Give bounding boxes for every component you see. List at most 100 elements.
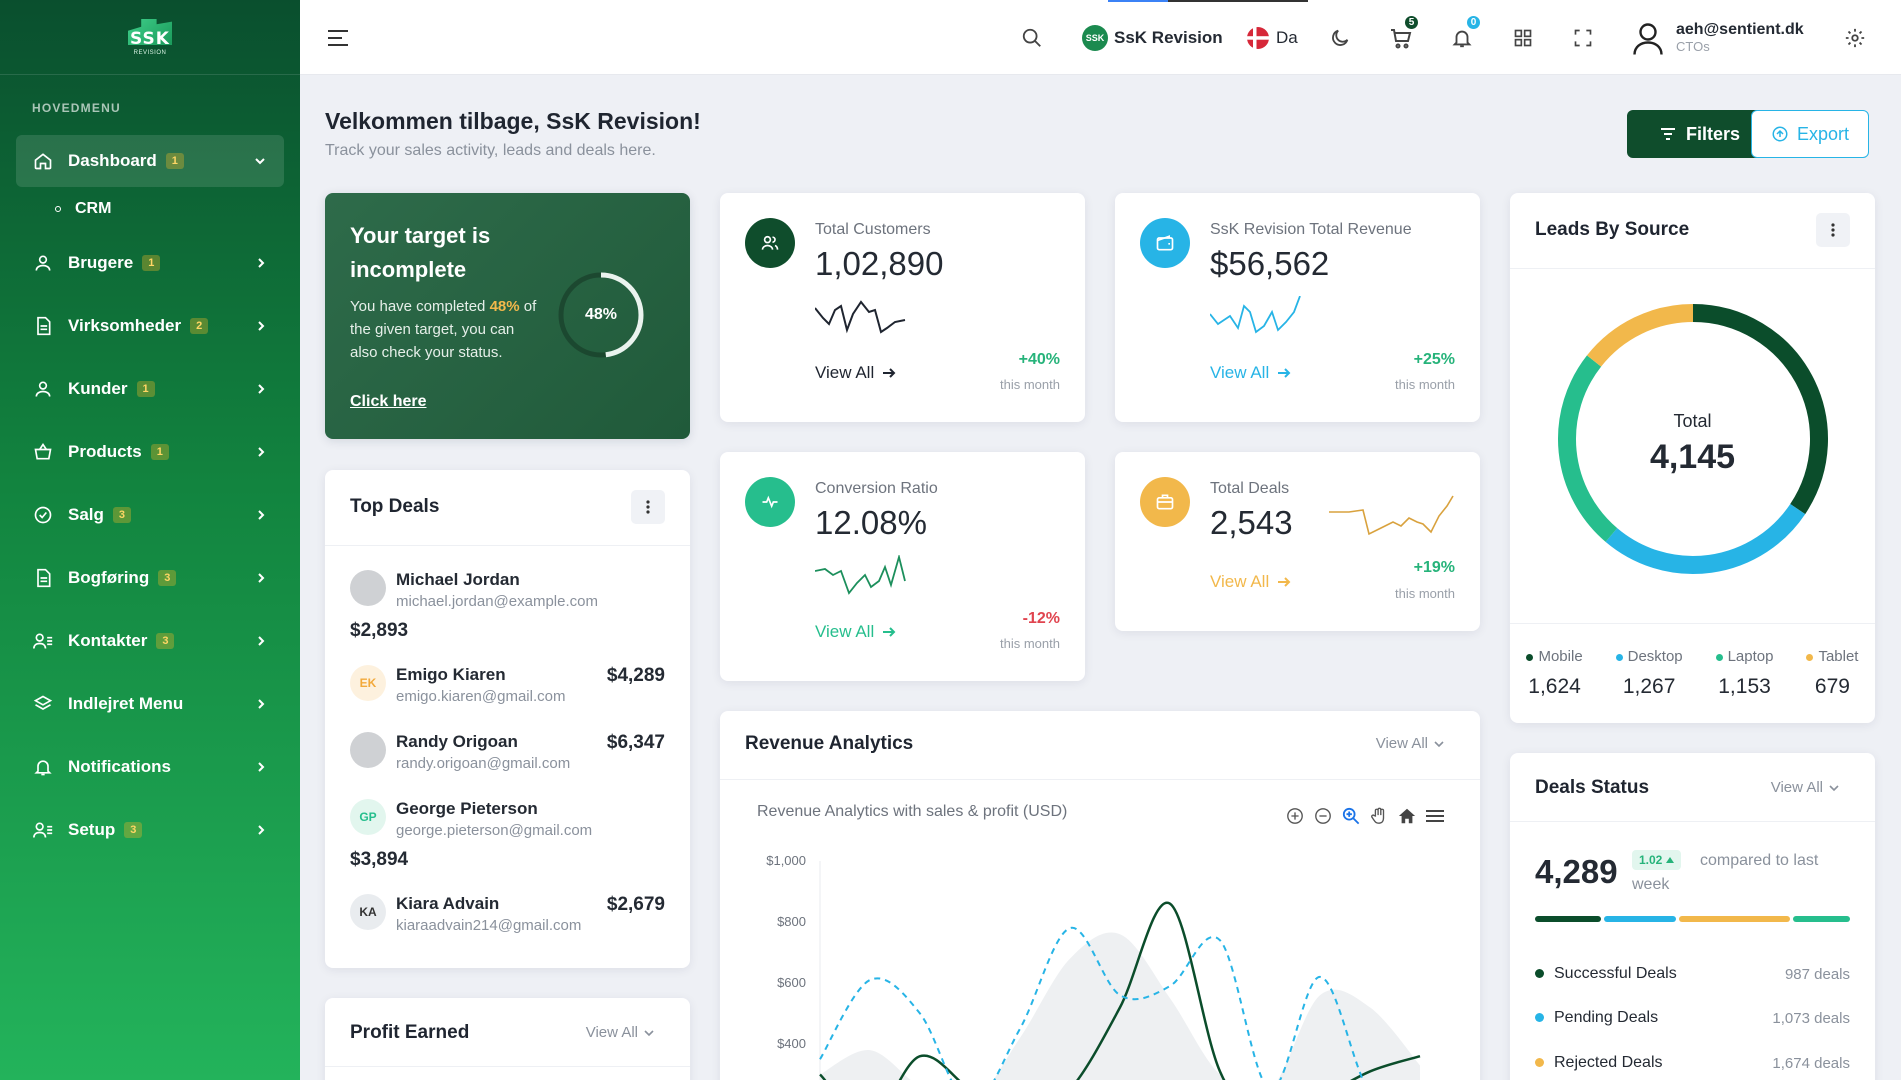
status-label: Rejected Deals xyxy=(1554,1054,1663,1071)
deal-name: Kiara Advain xyxy=(396,894,500,913)
export-button[interactable]: Export xyxy=(1751,110,1869,158)
target-link[interactable]: Click here xyxy=(350,393,426,411)
donut-slice-desktop[interactable] xyxy=(1605,503,1806,574)
sidebar-item-kunder[interactable]: Kunder 1 xyxy=(0,357,300,420)
chart-menu-icon[interactable] xyxy=(1426,809,1444,823)
sidebar-item-products[interactable]: Products 1 xyxy=(0,420,300,483)
menu-toggle-button[interactable] xyxy=(326,0,350,75)
language-switcher[interactable]: Da xyxy=(1246,0,1298,75)
sparkline-conversion xyxy=(815,555,906,595)
ssk-logo-icon: SSK REVISION xyxy=(125,17,175,57)
layers-icon xyxy=(32,693,54,715)
stat-change: +25% xyxy=(1413,351,1455,368)
leads-legend: Mobile 1,624 Desktop 1,267 Laptop 1,153 … xyxy=(1510,648,1875,699)
more-options-button[interactable] xyxy=(1816,213,1850,247)
logo[interactable]: SSK REVISION xyxy=(0,0,300,75)
arrow-right-icon xyxy=(1277,368,1291,378)
sparkline-revenue xyxy=(1210,296,1301,334)
bell-icon xyxy=(32,756,54,778)
legend-label: Mobile xyxy=(1538,648,1583,665)
wallet-icon xyxy=(1140,218,1190,268)
sidebar-item-salg[interactable]: Salg 3 xyxy=(0,483,300,546)
view-all-dropdown[interactable]: View All xyxy=(586,1024,654,1041)
selection-zoom-icon[interactable] xyxy=(1342,807,1360,825)
users-icon xyxy=(745,218,795,268)
view-all-link[interactable]: View All xyxy=(815,622,896,642)
theme-toggle-button[interactable] xyxy=(1329,0,1351,75)
sidebar-item-virksomheder[interactable]: Virksomheder 2 xyxy=(0,294,300,357)
view-all-link[interactable]: View All xyxy=(815,363,896,383)
card-title: Top Deals xyxy=(350,496,440,517)
topbar: SSK SsK Revision Da 5 0 aeh@sentient.dk … xyxy=(300,0,1901,75)
avatar xyxy=(350,570,386,606)
list-item[interactable]: Randy Origoan randy.origoan@gmail.com $6… xyxy=(350,732,665,782)
stat-card-deals: Total Deals 2,543 View All +19% this mon… xyxy=(1115,452,1480,631)
apps-button[interactable] xyxy=(1513,0,1533,75)
user-profile[interactable]: aeh@sentient.dk CTOs xyxy=(1630,0,1804,75)
deal-email: emigo.kiaren@gmail.com xyxy=(396,688,566,705)
list-item[interactable]: GP George Pieterson george.pieterson@gma… xyxy=(350,799,665,870)
reset-home-icon[interactable] xyxy=(1398,807,1416,825)
sidebar-item-label: Virksomheder xyxy=(68,315,182,335)
chevron-right-icon xyxy=(256,824,266,836)
avatar: EK xyxy=(350,665,386,701)
sidebar-item-indlejret-menu[interactable]: Indlejret Menu xyxy=(0,672,300,735)
sidebar-item-kontakter[interactable]: Kontakter 3 xyxy=(0,609,300,672)
logo-sub: REVISION xyxy=(133,50,167,56)
settings-button[interactable] xyxy=(1844,0,1866,75)
divider xyxy=(1510,623,1875,624)
deals-status-row: Rejected Deals 1,674 deals xyxy=(1535,1054,1850,1072)
segment-other xyxy=(1793,916,1850,922)
stat-card-revenue: SsK Revision Total Revenue $56,562 View … xyxy=(1115,193,1480,422)
chevron-down-icon xyxy=(1434,740,1444,748)
denmark-flag-icon xyxy=(1246,26,1270,50)
deals-status-value: 4,289 xyxy=(1535,853,1618,890)
sidebar-item-notifications[interactable]: Notifications xyxy=(0,735,300,798)
view-all-dropdown[interactable]: View All xyxy=(1376,735,1444,752)
view-all-link[interactable]: View All xyxy=(1210,572,1291,592)
sidebar-item-setup[interactable]: Setup 3 xyxy=(0,798,300,861)
notifications-button[interactable]: 0 xyxy=(1451,0,1482,75)
count-badge: 2 xyxy=(190,317,209,334)
stat-label: Total Customers xyxy=(815,221,931,238)
deals-status-card: Deals Status View All 4,289 1.02 compare… xyxy=(1510,753,1875,1080)
segment-rejected xyxy=(1678,916,1791,922)
more-options-button[interactable] xyxy=(631,490,665,524)
sidebar-subitem-crm[interactable]: CRM xyxy=(0,187,300,231)
view-all-link[interactable]: View All xyxy=(1210,363,1291,383)
list-item[interactable]: EK Emigo Kiaren emigo.kiaren@gmail.com $… xyxy=(350,665,665,715)
user-role: CTOs xyxy=(1676,39,1710,54)
target-progress-ring: 48% xyxy=(557,271,645,359)
pan-hand-icon[interactable] xyxy=(1370,807,1388,825)
stat-change: +40% xyxy=(1018,351,1060,368)
sidebar-item-brugere[interactable]: Brugere 1 xyxy=(0,231,300,294)
basket-icon xyxy=(32,441,54,463)
check-circle-icon xyxy=(32,504,54,526)
legend-dot xyxy=(1715,653,1723,661)
bullet-icon xyxy=(55,206,61,212)
status-count: 1,073 deals xyxy=(1772,1009,1850,1027)
arrow-right-icon xyxy=(882,368,896,378)
view-all-label: View All xyxy=(585,1024,638,1041)
sidebar-item-dashboard[interactable]: Dashboard 1 xyxy=(16,135,284,187)
zoom-out-icon[interactable] xyxy=(1314,807,1332,825)
pulse-icon xyxy=(745,477,795,527)
list-item[interactable]: Michael Jordan michael.jordan@example.co… xyxy=(350,570,665,641)
chevron-right-icon xyxy=(256,509,266,521)
donut-slice-tablet[interactable] xyxy=(1586,304,1694,367)
sidebar-item-bogforing[interactable]: Bogføring 3 xyxy=(0,546,300,609)
list-item[interactable]: KA Kiara Advain kiaraadvain214@gmail.com… xyxy=(350,894,665,944)
language-label: Da xyxy=(1276,27,1298,47)
company-switcher[interactable]: SSK SsK Revision xyxy=(1082,0,1223,75)
card-title: Profit Earned xyxy=(350,1022,470,1043)
view-all-dropdown[interactable]: View All xyxy=(1771,779,1839,796)
cart-button[interactable]: 5 xyxy=(1389,0,1420,75)
deal-name: Michael Jordan xyxy=(396,570,520,589)
search-button[interactable] xyxy=(1021,0,1043,75)
stat-value: 2,543 xyxy=(1210,504,1293,541)
legend-item-tablet: Tablet 679 xyxy=(1806,648,1858,699)
zoom-in-icon[interactable] xyxy=(1286,807,1304,825)
donut-center-value: 4,145 xyxy=(1649,438,1736,476)
sidebar-item-label: Brugere xyxy=(68,252,134,272)
fullscreen-button[interactable] xyxy=(1573,0,1593,75)
